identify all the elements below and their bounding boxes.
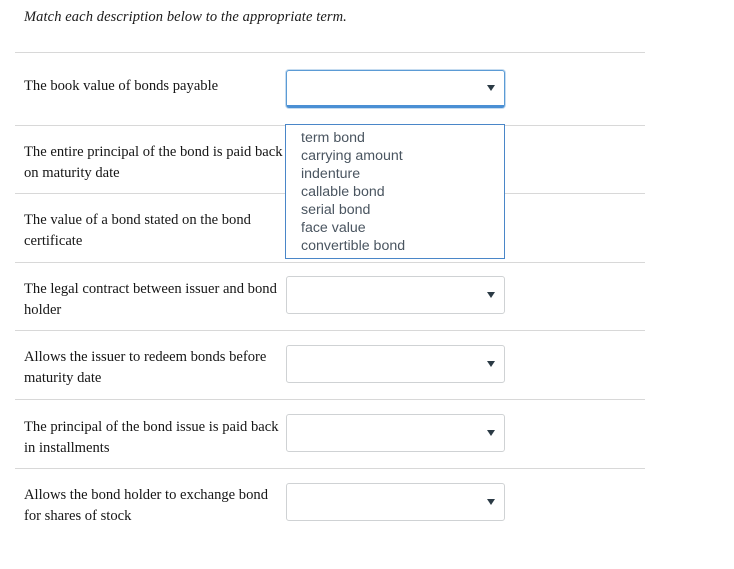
row-description: The value of a bond stated on the bond c… [24, 212, 251, 249]
row-divider [15, 399, 645, 400]
chevron-down-icon [487, 430, 495, 436]
term-select-5[interactable] [286, 345, 505, 383]
dropdown-option[interactable]: term bond [286, 129, 504, 147]
dropdown-option[interactable]: carrying amount [286, 147, 504, 165]
dropdown-option[interactable]: callable bond [286, 183, 504, 201]
term-select-1[interactable] [286, 70, 505, 108]
row-description: Allows the issuer to redeem bonds before… [24, 349, 267, 386]
dropdown-options-list[interactable]: term bond carrying amount indenture callabl… [285, 124, 505, 259]
match-question-page: Match each description below to the appr… [0, 0, 734, 569]
row-divider [15, 262, 645, 263]
chevron-down-icon [487, 499, 495, 505]
chevron-down-icon [487, 85, 495, 91]
chevron-down-icon [487, 361, 495, 367]
dropdown-option[interactable]: face value [286, 219, 504, 237]
dropdown-option[interactable]: convertible bond [286, 237, 504, 255]
term-select-6[interactable] [286, 414, 505, 452]
row-description: Allows the bond holder to exchange bond … [24, 487, 268, 524]
term-select-4[interactable] [286, 276, 505, 314]
chevron-down-icon [487, 292, 495, 298]
row-description: The legal contract between issuer and bo… [24, 281, 277, 318]
term-select-7[interactable] [286, 483, 505, 521]
page-title: Match each description below to the appr… [24, 9, 347, 25]
row-description: The entire principal of the bond is paid… [24, 144, 283, 181]
row-divider [15, 468, 645, 469]
row-divider [15, 52, 645, 53]
dropdown-option[interactable]: indenture [286, 165, 504, 183]
row-divider [15, 330, 645, 331]
row-description: The principal of the bond issue is paid … [24, 419, 279, 456]
row-description: The book value of bonds payable [24, 78, 219, 94]
dropdown-option[interactable]: serial bond [286, 201, 504, 219]
